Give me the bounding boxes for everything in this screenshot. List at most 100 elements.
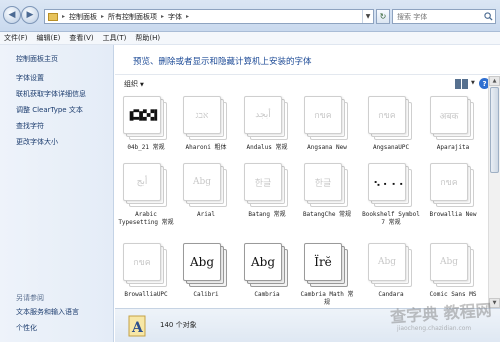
font-name-label: Candara xyxy=(378,291,404,298)
font-preview-icon: Abg xyxy=(244,243,288,287)
view-dropdown-icon[interactable]: ▼ xyxy=(471,80,475,86)
font-sample-text: 한글 xyxy=(314,178,332,189)
page-title: 预览、删除或者显示和隐藏计算机上安装的字体 xyxy=(133,57,312,67)
object-count: 140 个对象 xyxy=(160,321,197,329)
font-name-label: Aparajita xyxy=(436,144,470,151)
menu-view[interactable]: 查看(V) xyxy=(69,33,93,43)
font-name-label: Arabic Typesetting 常规 xyxy=(118,211,174,226)
font-tile[interactable]: 한글 BatangChe 常规 xyxy=(298,163,356,243)
forward-button[interactable]: ▶ xyxy=(21,6,39,24)
font-tile[interactable]: Bookshelf Symbol 7 常规 xyxy=(362,163,420,243)
vertical-scrollbar[interactable]: ▲ ▼ xyxy=(488,76,500,308)
font-sample-text: أبج xyxy=(136,177,148,187)
font-sample-text: กขค xyxy=(440,178,458,188)
font-name-label: BatangChe 常规 xyxy=(302,211,352,218)
page-heading: 预览、删除或者显示和隐藏计算机上安装的字体 xyxy=(115,45,500,75)
fonts-folder-icon: A xyxy=(128,315,146,337)
breadcrumb-control-panel[interactable]: 控制面板 xyxy=(69,12,97,22)
font-sample-text: Abg xyxy=(250,255,276,269)
cleartype-link[interactable]: 调整 ClearType 文本 xyxy=(16,105,86,115)
font-name-label: Aharoni 粗体 xyxy=(185,144,227,151)
font-name-label: 04b_21 常规 xyxy=(127,144,165,151)
font-sample-text: Abg xyxy=(377,257,397,267)
menu-edit[interactable]: 编辑(E) xyxy=(37,33,61,43)
online-font-info-link[interactable]: 联机获取字体详细信息 xyxy=(16,89,86,99)
task-links: 字体设置 联机获取字体详细信息 调整 ClearType 文本 查找字符 更改字… xyxy=(16,73,86,147)
font-tile[interactable]: กขค Browallia New xyxy=(424,163,482,243)
font-name-label: Calibri xyxy=(193,291,219,298)
search-input[interactable] xyxy=(397,12,481,21)
see-also-links: 文本服务和输入语言 个性化 xyxy=(16,307,79,333)
text-services-link[interactable]: 文本服务和输入语言 xyxy=(16,307,79,317)
font-settings-link[interactable]: 字体设置 xyxy=(16,73,86,83)
font-preview-icon: กขค xyxy=(368,96,412,140)
address-bar-area: ◀ ▶ ▸ 控制面板 ▸ 所有控制面板项 ▸ 字体 ▸ ▼ ↻ xyxy=(0,0,500,32)
address-dropdown-icon[interactable]: ▼ xyxy=(362,10,373,23)
font-preview-icon: Abg xyxy=(183,243,227,287)
symbol-font-sample-icon xyxy=(374,181,403,186)
refresh-button[interactable]: ↻ xyxy=(376,9,390,24)
font-tile[interactable]: أبج Arabic Typesetting 常规 xyxy=(117,163,175,243)
command-bar: 组织 ▼ ▼ ? xyxy=(115,76,493,92)
font-preview-icon: अबक xyxy=(430,96,474,140)
address-box[interactable]: ▸ 控制面板 ▸ 所有控制面板项 ▸ 字体 ▸ ▼ xyxy=(44,9,374,24)
change-font-size-link[interactable]: 更改字体大小 xyxy=(16,137,86,147)
personalization-link[interactable]: 个性化 xyxy=(16,323,79,333)
font-preview-icon: أبج xyxy=(123,163,167,207)
font-name-label: Cambria xyxy=(254,291,280,298)
font-sample-text: अबक xyxy=(439,111,459,122)
font-name-label: Bookshelf Symbol 7 常规 xyxy=(362,211,420,226)
font-name-label: Andalus 常规 xyxy=(246,144,288,151)
font-sample-text: אבג xyxy=(195,110,209,121)
font-preview-icon: กขค xyxy=(123,243,167,287)
font-preview-icon: Abg xyxy=(368,243,412,287)
menu-help[interactable]: 帮助(H) xyxy=(135,33,160,43)
font-name-label: Cambria Math 常规 xyxy=(300,291,354,306)
font-sample-text: กขค xyxy=(133,258,151,268)
font-tile[interactable]: 한글 Batang 常规 xyxy=(238,163,296,243)
chevron-down-icon: ▼ xyxy=(140,82,144,88)
breadcrumb-fonts[interactable]: 字体 xyxy=(168,12,182,22)
chevron-right-icon: ▸ xyxy=(62,13,66,20)
refresh-icon: ↻ xyxy=(379,12,387,21)
chevron-right-icon: ▸ xyxy=(186,13,190,20)
breadcrumb-all-items[interactable]: 所有控制面板项 xyxy=(108,12,157,22)
font-preview-icon: Abg xyxy=(430,243,474,287)
see-also-heading: 另请参阅 xyxy=(16,294,44,302)
font-sample-text: Abg xyxy=(189,255,215,269)
watermark-url: jiaocheng.chazidian.com xyxy=(397,325,472,332)
forward-arrow-icon: ▶ xyxy=(26,10,34,20)
scroll-up-icon[interactable]: ▲ xyxy=(489,76,500,86)
organize-label: 组织 xyxy=(124,80,138,88)
font-sample-text: أبجد xyxy=(255,110,271,120)
view-toggle-icon[interactable] xyxy=(455,79,469,89)
control-panel-home-link[interactable]: 控制面板主页 xyxy=(16,54,58,64)
font-name-label: Browallia New xyxy=(429,211,477,218)
font-preview-icon: 한글 xyxy=(304,163,348,207)
font-sample-text: Abg xyxy=(192,177,212,187)
back-button[interactable]: ◀ xyxy=(3,6,21,24)
menu-file[interactable]: 文件(F) xyxy=(4,33,28,43)
font-sample-text: 한글 xyxy=(254,178,272,189)
font-preview-icon: أبجد xyxy=(244,96,288,140)
font-preview-icon: กขค xyxy=(304,96,348,140)
font-sample-text: กขค xyxy=(378,111,396,121)
pixel-font-sample-icon xyxy=(129,109,158,121)
font-name-label: BrowalliaUPC xyxy=(124,291,168,298)
font-sample-text: กขค xyxy=(314,111,332,121)
search-icon xyxy=(484,12,493,21)
scrollbar-thumb[interactable] xyxy=(490,87,499,173)
font-sample-text: Ïrĕ xyxy=(314,255,332,269)
search-box[interactable] xyxy=(392,9,496,24)
find-character-link[interactable]: 查找字符 xyxy=(16,121,86,131)
font-tile[interactable]: Abg Arial xyxy=(177,163,235,243)
chevron-right-icon: ▸ xyxy=(161,13,165,20)
left-task-pane: 控制面板主页 字体设置 联机获取字体详细信息 调整 ClearType 文本 查… xyxy=(0,45,114,342)
font-name-label: AngsanaUPC xyxy=(372,144,410,151)
font-preview-icon: กขค xyxy=(430,163,474,207)
font-preview-icon: אבג xyxy=(183,96,227,140)
back-arrow-icon: ◀ xyxy=(8,10,16,20)
organize-button[interactable]: 组织 ▼ xyxy=(124,79,144,89)
menu-tools[interactable]: 工具(T) xyxy=(103,33,127,43)
svg-text:A: A xyxy=(131,320,144,336)
